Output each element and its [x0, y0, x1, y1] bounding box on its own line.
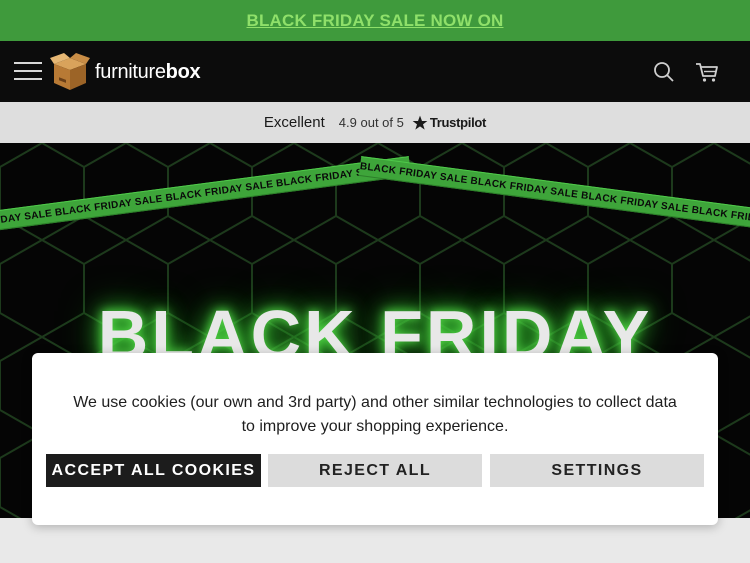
trust-score: 4.9 out of 5 — [338, 115, 404, 130]
accept-all-cookies-button[interactable]: ACCEPT ALL COOKIES — [46, 454, 261, 487]
reject-all-button[interactable]: REJECT ALL — [268, 454, 482, 487]
logo[interactable]: furniturebox — [50, 51, 201, 93]
search-icon[interactable] — [652, 60, 676, 84]
cart-icon[interactable] — [694, 60, 720, 84]
box-logo-icon — [50, 53, 90, 90]
trustpilot-bar[interactable]: Excellent 4.9 out of 5 Trustpilot — [0, 102, 750, 143]
promo-bar: BLACK FRIDAY SALE NOW ON — [0, 0, 750, 41]
cookie-banner: We use cookies (our own and 3rd party) a… — [32, 353, 718, 525]
star-icon — [412, 115, 428, 130]
cookie-message: We use cookies (our own and 3rd party) a… — [73, 394, 677, 435]
logo-text: furniturebox — [95, 60, 201, 83]
promo-link[interactable]: BLACK FRIDAY SALE NOW ON — [247, 11, 504, 31]
trust-rating-label: Excellent — [263, 114, 325, 131]
site-header: furniturebox — [0, 41, 750, 102]
cookie-settings-button[interactable]: SETTINGS — [490, 454, 704, 487]
trustpilot-logo: Trustpilot — [412, 115, 486, 131]
hamburger-menu-icon[interactable] — [14, 58, 42, 84]
